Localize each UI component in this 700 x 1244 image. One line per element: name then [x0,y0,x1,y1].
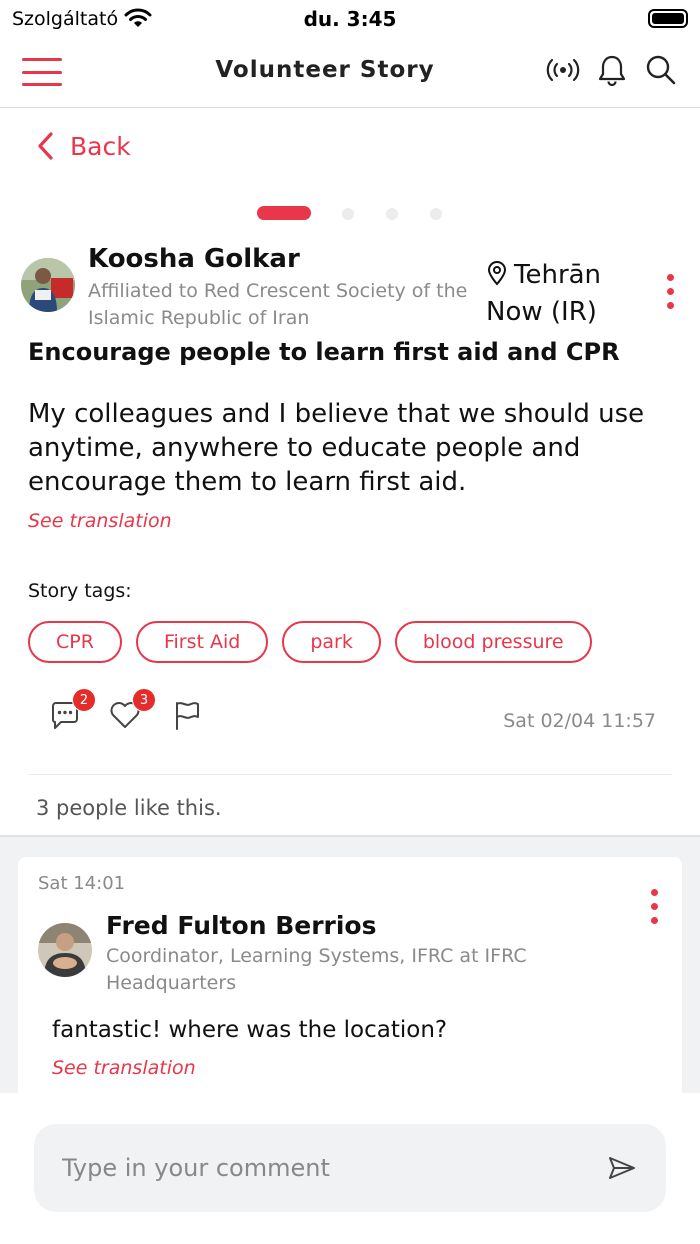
pagination-dot[interactable] [430,208,442,220]
see-translation-link[interactable]: See translation [52,1057,196,1079]
story-more-options-icon[interactable] [660,274,680,309]
pagination-dot[interactable] [386,208,398,220]
story-actions: 2 3 Sat 02/04 11:57 [48,688,668,740]
flag-icon [176,702,199,730]
location-city: Tehrān [514,260,602,290]
status-bar: Szolgáltató du. 3:45 [0,0,700,36]
pagination-dot-active[interactable] [257,206,311,220]
comment-more-options-icon[interactable] [644,889,664,924]
avatar[interactable] [21,258,75,312]
back-label: Back [70,131,131,161]
status-time: du. 3:45 [303,7,397,31]
tag-chip[interactable]: park [282,621,381,663]
comment-date: Sat 14:01 [38,873,126,894]
author-affiliation: Affiliated to Red Crescent Society of th… [88,280,468,329]
broadcast-icon[interactable] [543,52,583,88]
pagination-dot[interactable] [342,208,354,220]
comment-input[interactable] [34,1124,666,1212]
battery-icon [648,9,688,28]
tag-chip[interactable]: CPR [28,621,122,663]
like-count-badge: 3 [132,688,156,712]
comment-composer [0,1093,700,1244]
likes-summary[interactable]: 3 people like this. [36,796,222,820]
report-button[interactable] [170,698,204,732]
avatar[interactable] [38,923,92,977]
send-button[interactable] [604,1151,640,1185]
story-tags: CPR First Aid park blood pressure [28,621,592,663]
search-icon[interactable] [641,52,681,88]
send-icon [609,1157,635,1179]
back-button[interactable]: Back [36,128,131,164]
comments-section: Sat 14:01 Fred Fulton Berrios Coordinato… [0,835,700,1093]
comment-card: Sat 14:01 Fred Fulton Berrios Coordinato… [18,857,682,1093]
story-location: Tehrān Now (IR) [486,258,636,329]
tag-chip[interactable]: First Aid [135,621,269,663]
comment-author[interactable]: Fred Fulton Berrios [106,911,376,940]
app-header: Volunteer Story [0,36,700,108]
story-date: Sat 02/04 11:57 [503,710,656,732]
comment-button[interactable]: 2 [48,688,96,732]
story-title: Encourage people to learn first aid and … [28,338,620,366]
chevron-left-icon [38,132,53,160]
see-translation-link[interactable]: See translation [28,510,172,532]
divider [28,774,672,775]
comment-count-badge: 2 [72,688,96,712]
comment-text: fantastic! where was the location? [52,1017,448,1043]
map-pin-icon [486,260,508,295]
tag-chip[interactable]: blood pressure [394,621,592,663]
comment-author-role: Coordinator, Learning Systems, IFRC at I… [106,945,527,994]
story-tags-label: Story tags: [28,580,132,602]
story-pagination [0,206,700,220]
location-time: Now (IR) [486,297,597,327]
bell-icon[interactable] [592,52,632,88]
story-body: My colleagues and I believe that we shou… [28,399,645,497]
like-button[interactable]: 3 [108,688,156,732]
author-name[interactable]: Koosha Golkar [88,244,300,274]
